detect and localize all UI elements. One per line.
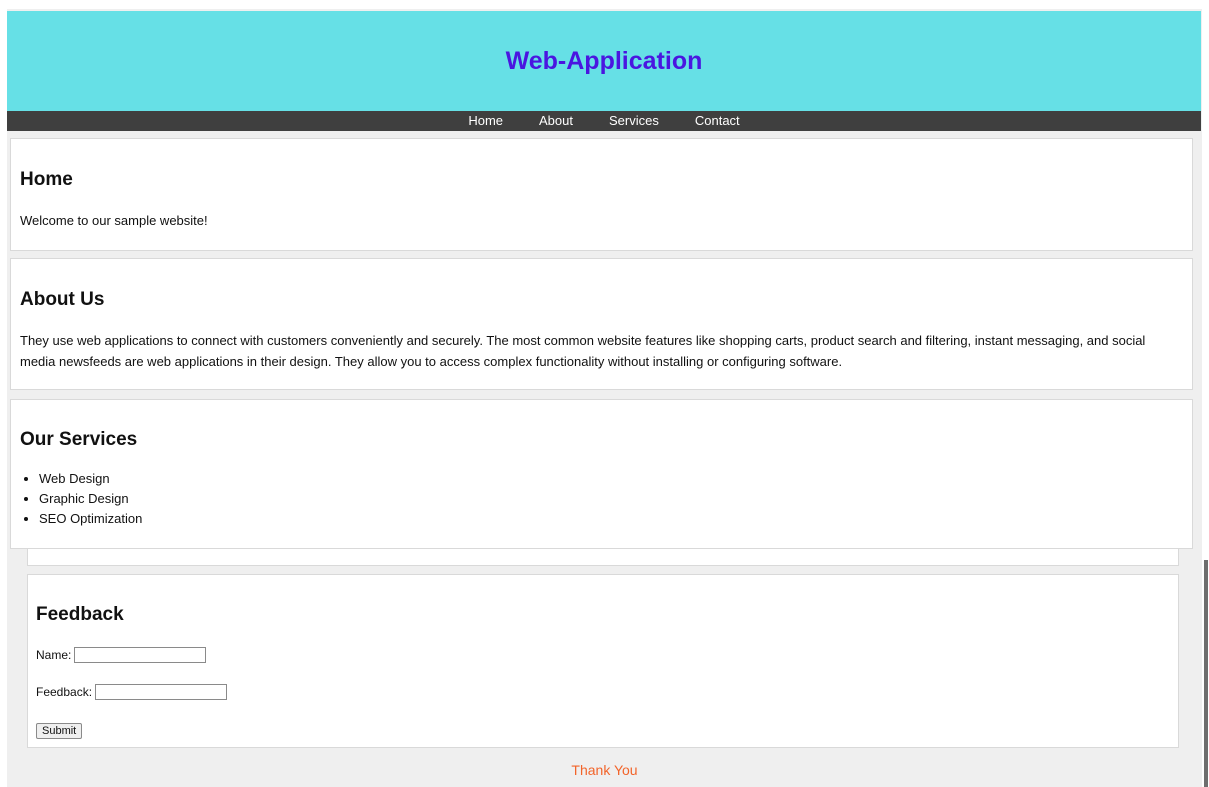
service-item: SEO Optimization: [39, 509, 142, 529]
about-heading: About Us: [20, 289, 105, 310]
name-input[interactable]: [74, 647, 207, 663]
name-field-row: Name:: [36, 647, 207, 663]
services-section: Our Services Web Design Graphic Design S…: [10, 399, 1193, 549]
feedback-label: Feedback:: [36, 685, 93, 699]
about-section: About Us They use web applications to co…: [10, 258, 1193, 390]
nav-about-link[interactable]: About: [521, 111, 591, 131]
service-item: Graphic Design: [39, 489, 142, 509]
section-divider: [27, 549, 1179, 566]
service-item: Web Design: [39, 469, 142, 489]
site-header: Web-Application: [7, 11, 1201, 111]
feedback-section: Feedback Name: Feedback: Submit: [27, 574, 1179, 748]
services-list: Web Design Graphic Design SEO Optimizati…: [20, 469, 142, 529]
site-title: Web-Application: [505, 46, 703, 75]
nav-contact-link[interactable]: Contact: [677, 111, 758, 131]
feedback-heading: Feedback: [36, 604, 124, 625]
home-section: Home Welcome to our sample website!: [10, 138, 1193, 251]
window-edge: [1204, 560, 1208, 787]
main-nav: Home About Services Contact: [7, 111, 1201, 131]
nav-services-link[interactable]: Services: [591, 111, 677, 131]
feedback-input[interactable]: [95, 684, 228, 700]
nav-home-link[interactable]: Home: [450, 111, 521, 131]
feedback-field-row: Feedback:: [36, 684, 228, 700]
name-label: Name:: [36, 648, 72, 662]
about-text: They use web applications to connect wit…: [20, 333, 1146, 369]
services-heading: Our Services: [20, 429, 138, 450]
home-heading: Home: [20, 169, 73, 190]
submit-button[interactable]: Submit: [36, 723, 83, 739]
thank-you-text: Thank You: [571, 762, 638, 778]
home-text: Welcome to our sample website!: [20, 213, 208, 228]
